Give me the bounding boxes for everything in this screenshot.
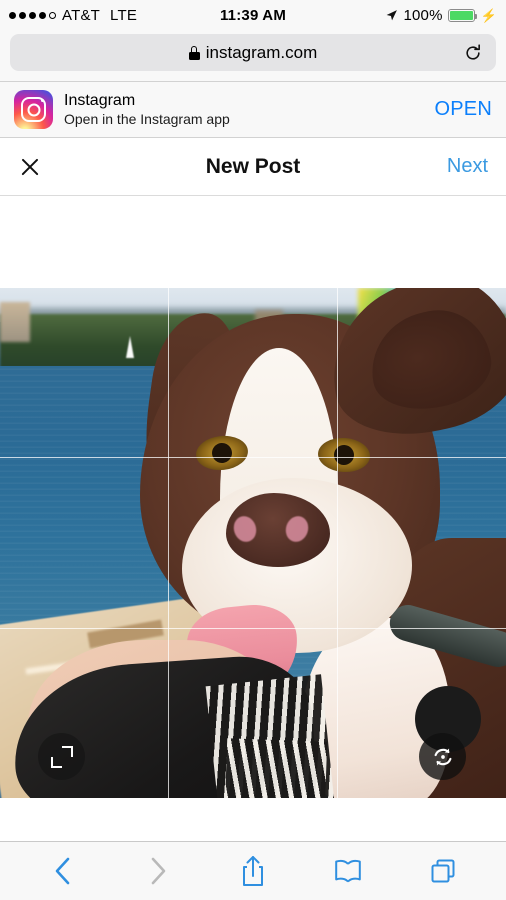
battery-icon (447, 8, 477, 22)
status-bar-left: AT&T LTE (9, 7, 137, 24)
photo-dog-on-boat[interactable] (0, 288, 506, 798)
instagram-app-icon (14, 90, 53, 129)
url-text: instagram.com (205, 42, 318, 62)
open-app-button[interactable]: OPEN (435, 98, 492, 121)
bookmarks-button[interactable] (322, 851, 374, 891)
battery-percent-label: 100% (403, 6, 443, 24)
tabs-icon (431, 859, 455, 883)
crop-bottom-spacer (0, 798, 506, 834)
tabs-button[interactable] (417, 851, 469, 891)
share-icon (242, 856, 263, 886)
location-arrow-icon (387, 9, 398, 20)
signal-strength-icon (9, 11, 56, 19)
phone-screen: AT&T LTE 11:39 AM 100% ⚡ instagram.com I… (0, 0, 506, 900)
safari-toolbar (0, 841, 506, 900)
carrier-label: AT&T (62, 6, 101, 24)
network-type-label: LTE (110, 6, 138, 24)
new-post-header: New Post Next (0, 138, 506, 196)
share-button[interactable] (227, 851, 279, 891)
photo-crop-area[interactable] (0, 288, 506, 798)
rotate-arrows-icon (434, 748, 451, 765)
reload-icon[interactable] (463, 43, 483, 63)
address-bar[interactable]: instagram.com (10, 34, 496, 71)
smart-app-banner[interactable]: Instagram Open in the Instagram app OPEN (0, 81, 506, 138)
expand-button[interactable] (38, 733, 85, 780)
book-icon (334, 859, 361, 883)
forward-button[interactable] (132, 851, 184, 891)
app-subtitle-label: Open in the Instagram app (64, 111, 230, 127)
rotate-button[interactable] (419, 733, 466, 780)
lock-icon (188, 45, 200, 60)
crop-top-spacer (0, 196, 506, 288)
back-button[interactable] (37, 851, 89, 891)
smart-app-banner-text: Instagram Open in the Instagram app (64, 92, 230, 127)
expand-corners-icon (50, 745, 73, 768)
app-name-label: Instagram (64, 92, 136, 109)
lightning-bolt-icon: ⚡ (480, 7, 497, 23)
status-bar: AT&T LTE 11:39 AM 100% ⚡ (0, 0, 506, 30)
close-icon[interactable] (18, 155, 42, 179)
status-bar-right: 100% ⚡ (385, 7, 497, 24)
page-title: New Post (205, 154, 301, 178)
browser-chrome: instagram.com (0, 30, 506, 81)
next-button[interactable]: Next (447, 155, 488, 178)
address-bar-content: instagram.com (188, 42, 318, 63)
